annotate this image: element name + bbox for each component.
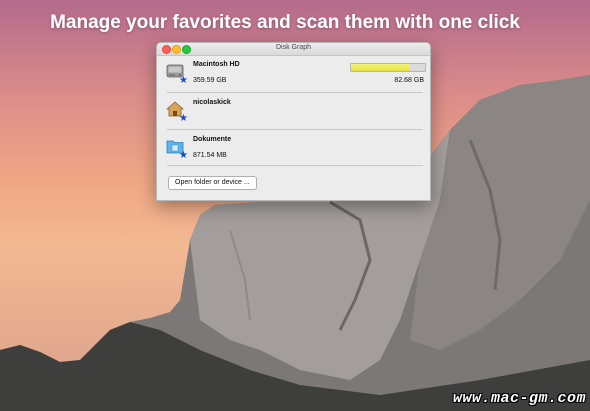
item-name: Macintosh HD [193, 61, 240, 68]
open-folder-button[interactable]: Open folder or device ... [168, 176, 257, 190]
divider [167, 165, 423, 166]
favorite-item-macintosh-hd[interactable]: ★ Macintosh HD 359.59 GB 82.68 GB [157, 56, 430, 92]
headline: Manage your favorites and scan them with… [50, 12, 520, 33]
divider [167, 92, 423, 93]
favorite-star-icon[interactable]: ★ [179, 76, 188, 86]
disk-graph-window: Disk Graph ★ Macintosh HD 359.59 GB 82.6… [156, 42, 431, 201]
item-name: nicolaskick [193, 99, 231, 106]
item-name: Dokumente [193, 136, 232, 143]
title-bar[interactable]: Disk Graph [157, 43, 430, 56]
favorite-item-home-folder[interactable]: ★ nicolaskick [157, 94, 430, 130]
favorite-item-dokumente[interactable]: ★ Dokumente 871.54 MB [157, 131, 430, 167]
favorite-star-icon[interactable]: ★ [179, 114, 188, 124]
usage-bar [350, 63, 426, 72]
window-title: Disk Graph [275, 44, 311, 51]
item-size: 359.59 GB [193, 77, 227, 84]
item-size: 871.54 MB [193, 152, 227, 159]
watermark: www.mac-gm.com [452, 390, 586, 407]
divider [167, 129, 423, 130]
item-free-space: 82.68 GB [394, 77, 424, 84]
usage-bar-fill [351, 64, 411, 71]
favorite-star-icon[interactable]: ★ [179, 151, 188, 161]
